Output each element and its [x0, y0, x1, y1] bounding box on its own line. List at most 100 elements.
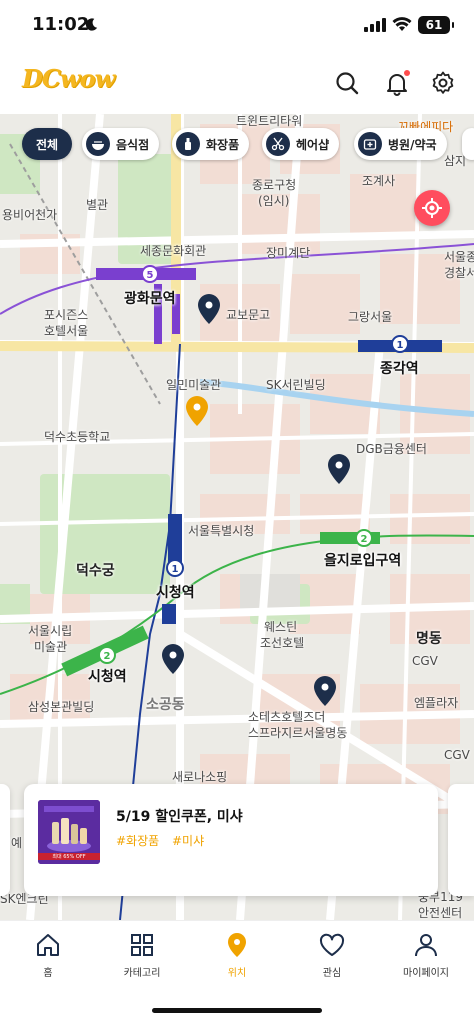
station-label-cityhall-line2[interactable]: 시청역 [88, 666, 127, 686]
map-label: CGV [412, 654, 438, 668]
coupon-tag[interactable]: #화장품 [116, 832, 159, 849]
map-label: 서울특별시청 [188, 524, 255, 538]
map-label: 일민미술관 [166, 378, 222, 392]
map-label: 포시즌스 [44, 308, 89, 322]
chip-label: 헤어샵 [296, 137, 330, 152]
map-label: (임시) [258, 194, 290, 208]
grid-icon [131, 934, 153, 956]
map-label: 스프라지르서울명동 [248, 726, 348, 740]
category-chip-bar: 전체 음식점 화장품 헤어샵 병원/약국 [0, 128, 474, 160]
map-label: 덕수초등학교 [44, 430, 111, 444]
crosshair-icon [422, 198, 442, 218]
coupon-thumbnail: 최대 65% OFF [38, 800, 100, 864]
map-label: 조계사 [362, 174, 396, 188]
map-label: 그랑서울 [348, 310, 393, 324]
station-label-jonggak[interactable]: 종각역 [380, 358, 419, 378]
map-label: SK서린빌딩 [266, 378, 326, 392]
map-label: 삼성본관빌딩 [28, 700, 95, 714]
chip-hair-salon[interactable]: 헤어샵 [262, 128, 340, 160]
next-coupon-card[interactable] [448, 784, 474, 896]
battery-indicator: 61 [418, 16, 454, 34]
map-label: 종로구청 [252, 178, 297, 192]
nav-mypage[interactable]: 마이페이지 [386, 931, 466, 979]
status-bar: 11:02 61 [0, 0, 474, 52]
nav-label: 마이페이지 [403, 968, 449, 979]
scissors-icon [266, 132, 290, 156]
map-label: 새로나소핑 [172, 770, 228, 784]
chip-label: 음식점 [116, 137, 150, 152]
nav-label: 홈 [43, 968, 53, 979]
wifi-icon [392, 17, 412, 31]
notification-dot [404, 70, 410, 76]
station-label-gwanghwamun[interactable]: 광화문역 [124, 288, 176, 308]
home-icon [37, 934, 59, 956]
moon-icon [85, 18, 98, 31]
map-label: 호텔서울 [44, 324, 89, 338]
selected-store-pin[interactable] [186, 396, 208, 426]
station-label-euljiro[interactable]: 을지로입구역 [324, 550, 401, 570]
map-label: 엠플라자 [414, 696, 459, 710]
cellular-signal-icon [364, 18, 386, 32]
chip-restaurant[interactable]: 음식점 [82, 128, 160, 160]
map-label: 장미계단 [266, 246, 311, 260]
map-label: 별관 [86, 198, 109, 212]
heart-icon [319, 933, 345, 956]
map-label: 경찰서 [444, 266, 474, 280]
chip-all[interactable]: 전체 [22, 128, 73, 160]
chip-hospital-pharmacy[interactable]: 병원/약국 [354, 128, 447, 160]
app-header: DCwow [0, 52, 474, 114]
station-label-cityhall[interactable]: 시청역 [156, 582, 195, 602]
map-label: 서울종 [444, 250, 474, 264]
status-time: 11:02 [32, 14, 90, 35]
coupon-card[interactable]: 최대 65% OFF 5/19 할인쿠폰, 미샤 #화장품 #미샤 [24, 784, 438, 896]
nav-favorites[interactable]: 관심 [292, 931, 372, 979]
nav-home[interactable]: 홈 [8, 931, 88, 979]
map-label: 트윈트리타워 [236, 114, 303, 128]
map-label: 명동 [416, 631, 442, 647]
line-2-badge-cityhall: 2 [104, 651, 111, 662]
current-location-button[interactable] [414, 190, 450, 226]
coupon-title: 5/19 할인쿠폰, 미샤 [116, 809, 243, 825]
map-label: DGB금융센터 [356, 442, 427, 456]
coupon-tag[interactable]: #미샤 [172, 832, 204, 849]
store-pin[interactable] [328, 454, 350, 484]
map-label: 미술관 [34, 640, 68, 654]
nav-label: 카테고리 [123, 968, 161, 979]
cosmetic-icon [176, 132, 200, 156]
map-label: CGV [444, 748, 470, 762]
line-5-badge: 5 [147, 270, 154, 281]
store-pin[interactable] [162, 644, 184, 674]
person-icon [415, 934, 437, 957]
map-label: 조선호텔 [260, 636, 305, 650]
app-logo[interactable]: DCwow [22, 64, 115, 93]
store-pin[interactable] [314, 676, 336, 706]
map-label: 교보문고 [226, 308, 271, 322]
map-label: 안전센터 [418, 906, 463, 920]
store-pin[interactable] [198, 294, 220, 324]
line-2-badge-euljiro: 2 [361, 534, 368, 545]
home-indicator [152, 1008, 322, 1013]
map-label: 소테츠호텔즈더 [248, 710, 326, 724]
map-label: 웨스틴 [264, 620, 298, 634]
nav-label: 위치 [227, 968, 247, 979]
line-1-badge-jonggak: 1 [397, 340, 404, 351]
map-label: 세종문화회관 [140, 244, 207, 258]
nav-category[interactable]: 카테고리 [102, 931, 182, 979]
map-label: 서울시립 [28, 624, 73, 638]
chip-label: 전체 [36, 137, 59, 152]
map-label-deoksugung: 덕수궁 [76, 563, 115, 579]
line-1-badge-cityhall: 1 [172, 564, 179, 575]
search-icon[interactable] [334, 70, 360, 96]
map-label: 소공동 [146, 697, 185, 713]
previous-coupon-card[interactable] [0, 784, 10, 896]
location-pin-icon [228, 933, 246, 957]
bell-icon[interactable] [384, 70, 410, 96]
nav-label: 관심 [322, 968, 342, 979]
bowl-icon [86, 132, 110, 156]
chip-more[interactable] [462, 128, 474, 160]
coupon-image-badge: 최대 65% OFF [38, 853, 100, 860]
chip-cosmetics[interactable]: 화장품 [172, 128, 250, 160]
nav-location[interactable]: 위치 [197, 931, 277, 979]
map-label: 용비어천가 [2, 208, 58, 222]
gear-icon[interactable] [430, 70, 456, 96]
